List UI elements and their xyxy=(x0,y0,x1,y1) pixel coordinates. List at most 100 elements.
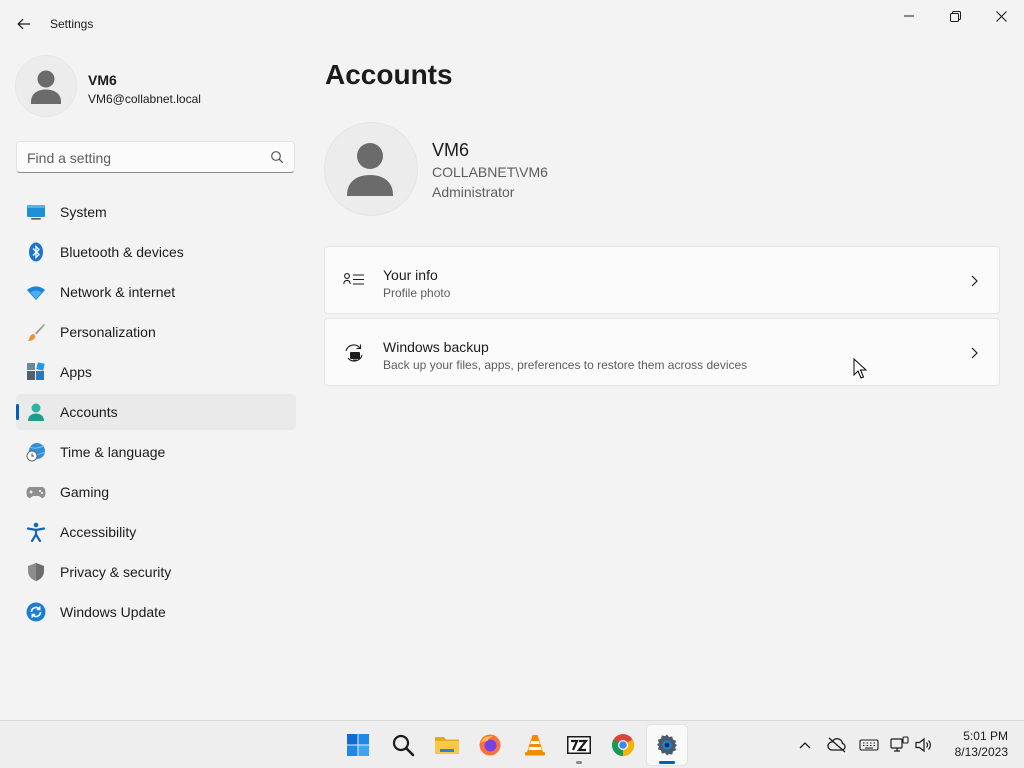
account-domain: COLLABNET\VM6 xyxy=(432,164,548,180)
sidebar-item-system[interactable]: System xyxy=(16,194,296,230)
gamepad-icon xyxy=(26,487,46,498)
sidebar-nav: System Bluetooth & devices Network & int… xyxy=(16,194,296,634)
network-icon xyxy=(890,736,909,752)
time-language-icon xyxy=(26,443,45,462)
vlc-icon xyxy=(525,735,545,756)
brush-icon xyxy=(27,324,45,341)
sidebar-item-gaming[interactable]: Gaming xyxy=(16,474,296,510)
sidebar-item-label: Apps xyxy=(60,364,92,380)
card-title: Windows backup xyxy=(383,339,489,355)
sidebar-item-personalization[interactable]: Personalization xyxy=(16,314,296,350)
network-tray-button[interactable] xyxy=(890,735,910,755)
running-indicator xyxy=(576,761,582,764)
sidebar-item-label: Time & language xyxy=(60,444,166,460)
sidebar-item-label: Network & internet xyxy=(60,284,176,300)
minimize-button[interactable] xyxy=(886,0,932,32)
title-bar: Settings xyxy=(0,0,1024,48)
card-subtitle: Back up your files, apps, preferences to… xyxy=(383,358,748,372)
back-button[interactable] xyxy=(10,12,38,36)
active-indicator xyxy=(659,761,675,764)
sidebar-item-bluetooth[interactable]: Bluetooth & devices xyxy=(16,234,296,270)
taskbar: 5:01 PM 8/13/2023 xyxy=(0,720,1024,768)
apps-icon xyxy=(27,362,45,380)
sidebar-item-privacy[interactable]: Privacy & security xyxy=(16,554,296,590)
sidebar-item-windows-update[interactable]: Windows Update xyxy=(16,594,296,630)
settings-icon xyxy=(657,734,677,756)
onedrive-tray-button[interactable] xyxy=(827,735,847,755)
sidebar-item-label: Personalization xyxy=(60,324,156,340)
vlc-button[interactable] xyxy=(515,725,555,765)
avatar xyxy=(16,56,76,116)
onedrive-offline-icon xyxy=(827,737,846,753)
clock-time: 5:01 PM xyxy=(963,729,1008,743)
account-name: VM6 xyxy=(432,140,470,160)
search-input[interactable] xyxy=(27,148,267,168)
file-explorer-icon xyxy=(435,737,459,754)
restore-button[interactable] xyxy=(932,0,978,32)
shield-icon xyxy=(28,563,44,581)
search-icon xyxy=(392,734,415,757)
firefox-button[interactable] xyxy=(470,725,510,765)
show-hidden-icons-button[interactable] xyxy=(795,735,815,755)
start-icon xyxy=(347,734,369,756)
sidebar-item-label: Gaming xyxy=(60,484,110,500)
back-arrow-icon xyxy=(17,18,30,30)
sidebar-item-label: System xyxy=(60,204,107,220)
windows-backup-card[interactable]: Windows backup Back up your files, apps,… xyxy=(324,318,1000,386)
chrome-button[interactable] xyxy=(603,725,643,765)
restore-icon xyxy=(949,10,961,22)
clock[interactable]: 5:01 PM 8/13/2023 xyxy=(938,728,1008,760)
accounts-icon xyxy=(28,403,44,421)
sidebar-item-label: Bluetooth & devices xyxy=(60,244,184,260)
user-name: VM6 xyxy=(88,72,117,88)
account-role: Administrator xyxy=(432,184,515,200)
firefox-icon xyxy=(479,734,501,756)
user-email: VM6@collabnet.local xyxy=(88,92,201,106)
card-title: Your info xyxy=(383,267,438,283)
sidebar-item-label: Accounts xyxy=(60,404,118,420)
7zip-button[interactable] xyxy=(559,725,599,765)
sidebar-item-network[interactable]: Network & internet xyxy=(16,274,296,310)
app-title: Settings xyxy=(50,17,94,31)
sidebar-item-label: Accessibility xyxy=(60,524,137,540)
account-avatar xyxy=(325,123,417,215)
mouse-cursor-icon xyxy=(853,358,867,379)
start-button[interactable] xyxy=(338,725,378,765)
wifi-icon xyxy=(27,286,45,300)
chevron-right-icon xyxy=(971,347,978,359)
sidebar-item-time-language[interactable]: Time & language xyxy=(16,434,296,470)
close-icon xyxy=(995,10,1007,22)
user-silhouette-icon xyxy=(347,143,393,196)
user-silhouette-icon xyxy=(31,70,61,104)
system-icon xyxy=(27,205,45,220)
file-explorer-button[interactable] xyxy=(427,725,467,765)
your-info-icon xyxy=(343,273,364,285)
keyboard-tray-button[interactable] xyxy=(859,735,879,755)
page-title: Accounts xyxy=(325,59,453,90)
minimize-icon xyxy=(904,15,914,17)
user-card[interactable]: VM6 VM6@collabnet.local xyxy=(16,56,296,118)
7zip-icon xyxy=(567,736,591,754)
sidebar-item-label: Windows Update xyxy=(60,604,166,620)
sidebar-item-accounts[interactable]: Accounts xyxy=(16,394,296,430)
close-button[interactable] xyxy=(978,0,1024,32)
backup-icon xyxy=(345,344,363,362)
search-box[interactable] xyxy=(16,141,295,173)
sidebar-item-accessibility[interactable]: Accessibility xyxy=(16,514,296,550)
sidebar-item-label: Privacy & security xyxy=(60,564,172,580)
keyboard-icon xyxy=(859,739,879,751)
accessibility-icon xyxy=(26,522,46,542)
bluetooth-icon xyxy=(29,242,43,262)
search-icon[interactable] xyxy=(270,150,284,164)
chrome-icon xyxy=(612,734,634,756)
clock-date: 8/13/2023 xyxy=(954,745,1008,759)
your-info-card[interactable]: Your info Profile photo xyxy=(324,246,1000,314)
selection-indicator xyxy=(16,404,19,420)
taskbar-search-button[interactable] xyxy=(383,725,423,765)
sidebar-item-apps[interactable]: Apps xyxy=(16,354,296,390)
chevron-right-icon xyxy=(971,275,978,287)
card-subtitle: Profile photo xyxy=(383,286,451,300)
volume-tray-button[interactable] xyxy=(914,735,934,755)
settings-taskbar-button[interactable] xyxy=(647,725,687,765)
update-icon xyxy=(26,602,46,622)
